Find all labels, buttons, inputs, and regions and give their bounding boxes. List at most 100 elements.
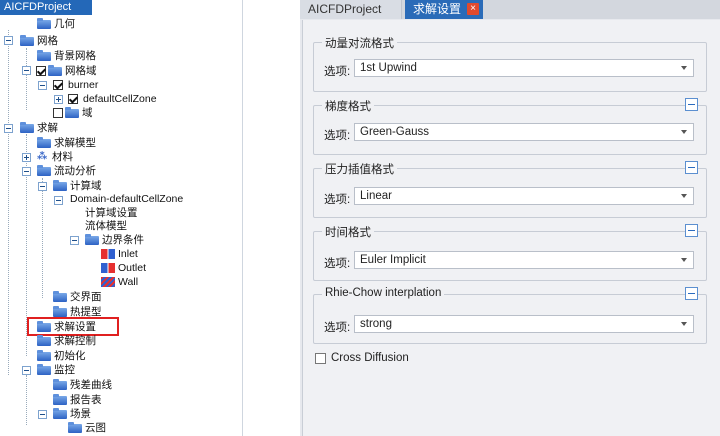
tree-item-label: 背景网格	[54, 50, 96, 62]
folder-icon	[20, 121, 34, 133]
pressure-interpolation-select[interactable]: Linear	[354, 187, 694, 205]
folder-icon	[37, 164, 51, 176]
tree-item-boundary-conditions[interactable]: 边界条件	[85, 233, 144, 247]
option-label: 选项:	[324, 130, 351, 142]
tree-item-label: 流体模型	[85, 220, 127, 232]
settings-content: 动量对流格式 选项: 1st Upwind 梯度格式 选项: Green-Gau…	[302, 20, 720, 436]
collapse-icon[interactable]	[685, 287, 698, 300]
option-label: 选项:	[324, 66, 351, 78]
tree-item-contour[interactable]: 云图	[68, 421, 106, 435]
collapse-toggle-icon[interactable]	[38, 81, 47, 90]
folder-icon	[85, 233, 99, 245]
cross-diffusion-label: Cross Diffusion	[331, 352, 409, 364]
tree-item-label: 网格域	[65, 65, 97, 77]
tree-item-report-table[interactable]: 报告表	[53, 393, 102, 407]
burner-checkbox[interactable]	[53, 80, 63, 90]
tab-solver-settings[interactable]: 求解设置 ×	[405, 0, 483, 19]
tree-item-mesh-domain[interactable]: 网格域	[36, 64, 97, 78]
domain-checkbox[interactable]	[53, 108, 63, 118]
folder-icon	[20, 34, 34, 46]
chevron-down-icon	[681, 194, 687, 198]
tree-item-inlet[interactable]: Inlet	[101, 247, 138, 261]
cross-diffusion-checkbox-row[interactable]: Cross Diffusion	[315, 352, 409, 364]
close-icon[interactable]: ×	[467, 3, 479, 15]
tree-item-interface[interactable]: 交界面	[53, 290, 102, 304]
tree-item-monitor[interactable]: 监控	[37, 363, 75, 377]
collapse-toggle-icon[interactable]	[54, 196, 63, 205]
project-tree-panel: AICFDProject 几何 网格 背景网格 网格域 burner defau…	[0, 0, 243, 436]
collapse-toggle-icon[interactable]	[38, 182, 47, 191]
group-pressure-interpolation: 压力插值格式 选项: Linear	[313, 161, 707, 218]
collapse-icon[interactable]	[685, 161, 698, 174]
folder-icon	[53, 305, 67, 317]
cross-diffusion-checkbox[interactable]	[315, 352, 326, 364]
momentum-scheme-select[interactable]: 1st Upwind	[354, 59, 694, 77]
tree-item-solver-model[interactable]: 求解模型	[37, 136, 96, 150]
tree-item-mesh[interactable]: 网格	[20, 34, 58, 48]
collapse-toggle-icon[interactable]	[22, 66, 31, 75]
select-value: Green-Gauss	[360, 126, 430, 138]
group-rhie-chow: Rhie-Chow interplation 选项: strong	[313, 287, 707, 344]
collapse-toggle-icon[interactable]	[22, 167, 31, 176]
tree-item-material[interactable]: ⁂ 材料	[37, 150, 73, 164]
tree-item-domain[interactable]: 域	[53, 106, 93, 120]
tree-item-background-mesh[interactable]: 背景网格	[37, 49, 96, 63]
default-cell-zone-checkbox[interactable]	[68, 94, 78, 104]
select-value: 1st Upwind	[360, 62, 417, 74]
group-title: 梯度格式	[322, 98, 374, 114]
solver-settings-window: AICFDProject 求解设置 × 动量对流格式 选项: 1st Upwin…	[300, 0, 720, 436]
tree-item-solve[interactable]: 求解	[20, 121, 58, 135]
folder-icon	[65, 106, 79, 118]
tree-item-compute-domain[interactable]: 计算域	[53, 179, 102, 193]
tree-item-default-cell-zone[interactable]: defaultCellZone	[68, 92, 157, 106]
tree-item-label: 材料	[52, 151, 73, 163]
tree-item-label: 监控	[54, 364, 75, 376]
tree-item-wall[interactable]: Wall	[101, 275, 138, 289]
inlet-icon	[101, 249, 115, 259]
collapse-toggle-icon[interactable]	[4, 36, 13, 45]
collapse-icon[interactable]	[685, 224, 698, 237]
time-scheme-select[interactable]: Euler Implicit	[354, 251, 694, 269]
collapse-icon[interactable]	[685, 98, 698, 111]
tree-item-label: 交界面	[70, 291, 102, 303]
tree-item-compute-domain-settings[interactable]: 计算域设置	[82, 206, 138, 220]
gradient-scheme-select[interactable]: Green-Gauss	[354, 123, 694, 141]
folder-icon	[68, 421, 82, 433]
tree-item-label: 求解控制	[54, 335, 96, 347]
tree-item-outlet[interactable]: Outlet	[101, 261, 146, 275]
tree-item-scene[interactable]: 场景	[53, 407, 91, 421]
folder-icon	[53, 290, 67, 302]
folder-icon	[37, 49, 51, 61]
collapse-toggle-icon[interactable]	[70, 236, 79, 245]
tree-item-label: 云图	[85, 422, 106, 434]
collapse-toggle-icon[interactable]	[4, 124, 13, 133]
tree-item-label: 报告表	[70, 394, 102, 406]
tree-item-fluid-model[interactable]: 流体模型	[82, 219, 127, 233]
expand-toggle-icon[interactable]	[22, 153, 31, 162]
material-icon: ⁂	[37, 151, 48, 162]
tree-item-burner[interactable]: burner	[53, 78, 98, 92]
tree-item-geometry[interactable]: 几何	[37, 17, 75, 31]
chevron-down-icon	[681, 322, 687, 326]
tree-item-label: 求解	[37, 122, 58, 134]
collapse-toggle-icon[interactable]	[38, 410, 47, 419]
tab-aicfd-project[interactable]: AICFDProject	[300, 0, 402, 19]
rhie-chow-select[interactable]: strong	[354, 315, 694, 333]
group-gradient-scheme: 梯度格式 选项: Green-Gauss	[313, 98, 707, 155]
folder-icon	[37, 349, 51, 361]
tree-item-flow-analysis[interactable]: 流动分析	[37, 164, 96, 178]
tree-item-solver-control[interactable]: 求解控制	[37, 334, 96, 348]
tree-item-label: burner	[68, 79, 99, 91]
group-title: 时间格式	[322, 224, 374, 240]
select-value: Linear	[360, 190, 392, 202]
collapse-toggle-icon[interactable]	[22, 366, 31, 375]
folder-icon	[48, 64, 62, 76]
tree-item-residual-curve[interactable]: 残差曲线	[53, 378, 112, 392]
tree-item-initialization[interactable]: 初始化	[37, 349, 86, 363]
group-momentum-scheme: 动量对流格式 选项: 1st Upwind	[313, 35, 707, 92]
mesh-domain-checkbox[interactable]	[36, 66, 46, 76]
tree-item-domain-default-cell-zone[interactable]: Domain-defaultCellZone	[67, 192, 183, 206]
tree-item-label: 计算域	[70, 180, 102, 192]
chevron-down-icon	[681, 258, 687, 262]
expand-toggle-icon[interactable]	[54, 95, 63, 104]
